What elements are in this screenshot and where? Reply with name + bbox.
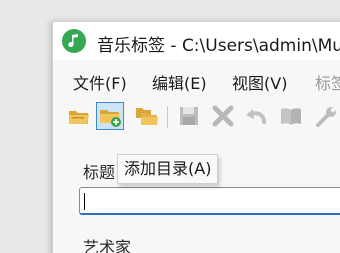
add-folder-button[interactable] <box>96 102 124 130</box>
text-caret <box>84 193 85 210</box>
undo-button[interactable] <box>242 102 270 130</box>
window-title: 音乐标签 - C:\Users\admin\Mu <box>97 36 340 56</box>
menu-edit[interactable]: 编辑(E) <box>152 70 207 94</box>
menu-tag[interactable]: 标签 <box>315 70 340 94</box>
title-field-label: 标题 <box>83 163 116 182</box>
menu-view[interactable]: 视图(V) <box>232 70 287 94</box>
title-input[interactable] <box>79 187 340 215</box>
wrench-button[interactable] <box>312 102 340 130</box>
toolbar <box>53 98 340 132</box>
desktop: 音乐标签 - C:\Users\admin\Mu 文件(F) 编辑(E) 视图(… <box>0 0 340 253</box>
title-bar[interactable]: 音乐标签 - C:\Users\admin\Mu <box>53 22 340 60</box>
save-button[interactable] <box>175 102 203 130</box>
artist-field-label: 艺术家 <box>83 238 132 253</box>
toolbar-separator <box>167 106 168 128</box>
copy-folders-button[interactable] <box>133 102 161 130</box>
delete-button[interactable] <box>209 102 237 130</box>
music-app-icon <box>62 29 86 53</box>
book-button[interactable] <box>277 102 305 130</box>
menu-file[interactable]: 文件(F) <box>73 70 127 94</box>
add-directory-tooltip: 添加目录(A) <box>117 154 219 184</box>
open-folder-button[interactable] <box>65 102 93 130</box>
app-window: 音乐标签 - C:\Users\admin\Mu 文件(F) 编辑(E) 视图(… <box>52 21 340 253</box>
menu-bar: 文件(F) 编辑(E) 视图(V) 标签 <box>53 62 340 96</box>
